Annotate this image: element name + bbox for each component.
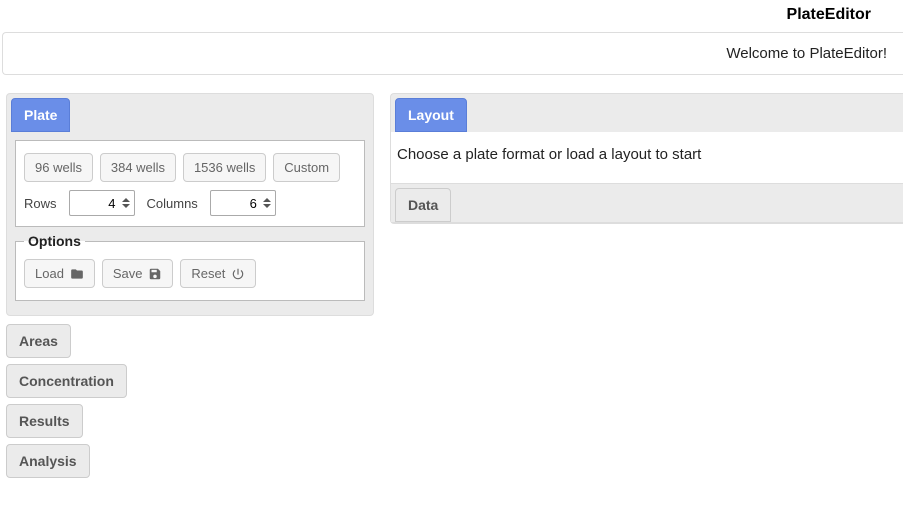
tab-areas-label: Areas [19, 333, 58, 349]
left-column: Plate 96 wells 384 wells 1536 wells Cust… [6, 93, 374, 484]
tab-layout[interactable]: Layout [395, 98, 467, 132]
app-header: PlateEditor [0, 0, 903, 30]
options-group: Options Load Save Reset [15, 233, 365, 301]
tab-analysis-label: Analysis [19, 453, 77, 469]
tab-data-label: Data [408, 197, 438, 213]
plate-panel-body: 96 wells 384 wells 1536 wells Custom Row… [7, 132, 373, 315]
tab-concentration[interactable]: Concentration [6, 364, 127, 398]
rows-down-icon[interactable] [122, 204, 130, 208]
tab-areas[interactable]: Areas [6, 324, 71, 358]
format-custom-label: Custom [284, 160, 329, 175]
columns-spinner [261, 193, 273, 213]
dimension-controls: Rows Columns [24, 190, 356, 216]
reset-label: Reset [191, 266, 225, 281]
rows-stepper[interactable] [69, 190, 135, 216]
reset-button[interactable]: Reset [180, 259, 256, 288]
columns-up-icon[interactable] [263, 198, 271, 202]
tab-plate-label: Plate [24, 107, 57, 123]
welcome-bar: Welcome to PlateEditor! [2, 32, 903, 75]
columns-stepper[interactable] [210, 190, 276, 216]
save-button[interactable]: Save [102, 259, 174, 288]
format-1536-button[interactable]: 1536 wells [183, 153, 266, 182]
options-legend: Options [24, 233, 85, 249]
plate-format-group: 96 wells 384 wells 1536 wells Custom Row… [15, 140, 365, 227]
welcome-text: Welcome to PlateEditor! [726, 45, 887, 62]
tab-results-label: Results [19, 413, 70, 429]
plate-format-buttons: 96 wells 384 wells 1536 wells Custom [24, 151, 356, 184]
right-column: Layout Choose a plate format or load a l… [390, 93, 903, 484]
rows-label: Rows [24, 196, 57, 211]
columns-down-icon[interactable] [263, 204, 271, 208]
folder-open-icon [70, 267, 84, 281]
tab-data[interactable]: Data [395, 188, 451, 222]
app-title: PlateEditor [787, 6, 871, 23]
layout-panel: Layout Choose a plate format or load a l… [390, 93, 903, 224]
floppy-disk-icon [148, 267, 162, 281]
save-label: Save [113, 266, 143, 281]
tab-analysis[interactable]: Analysis [6, 444, 90, 478]
layout-hint-area: Choose a plate format or load a layout t… [391, 132, 903, 183]
columns-label: Columns [147, 196, 198, 211]
load-label: Load [35, 266, 64, 281]
format-384-label: 384 wells [111, 160, 165, 175]
tab-plate[interactable]: Plate [11, 98, 70, 132]
format-custom-button[interactable]: Custom [273, 153, 340, 182]
format-96-button[interactable]: 96 wells [24, 153, 93, 182]
load-button[interactable]: Load [24, 259, 95, 288]
layout-hint-text: Choose a plate format or load a layout t… [397, 146, 701, 163]
power-icon [231, 267, 245, 281]
rows-spinner [120, 193, 132, 213]
plate-panel: Plate 96 wells 384 wells 1536 wells Cust… [6, 93, 374, 316]
format-384-button[interactable]: 384 wells [100, 153, 176, 182]
left-collapsed-tabs: Areas Concentration Results Analysis [6, 324, 374, 484]
rows-up-icon[interactable] [122, 198, 130, 202]
tab-results[interactable]: Results [6, 404, 83, 438]
format-1536-label: 1536 wells [194, 160, 255, 175]
format-96-label: 96 wells [35, 160, 82, 175]
data-tab-row: Data [391, 183, 903, 223]
main-layout: Plate 96 wells 384 wells 1536 wells Cust… [0, 93, 903, 484]
tab-layout-label: Layout [408, 107, 454, 123]
tab-concentration-label: Concentration [19, 373, 114, 389]
